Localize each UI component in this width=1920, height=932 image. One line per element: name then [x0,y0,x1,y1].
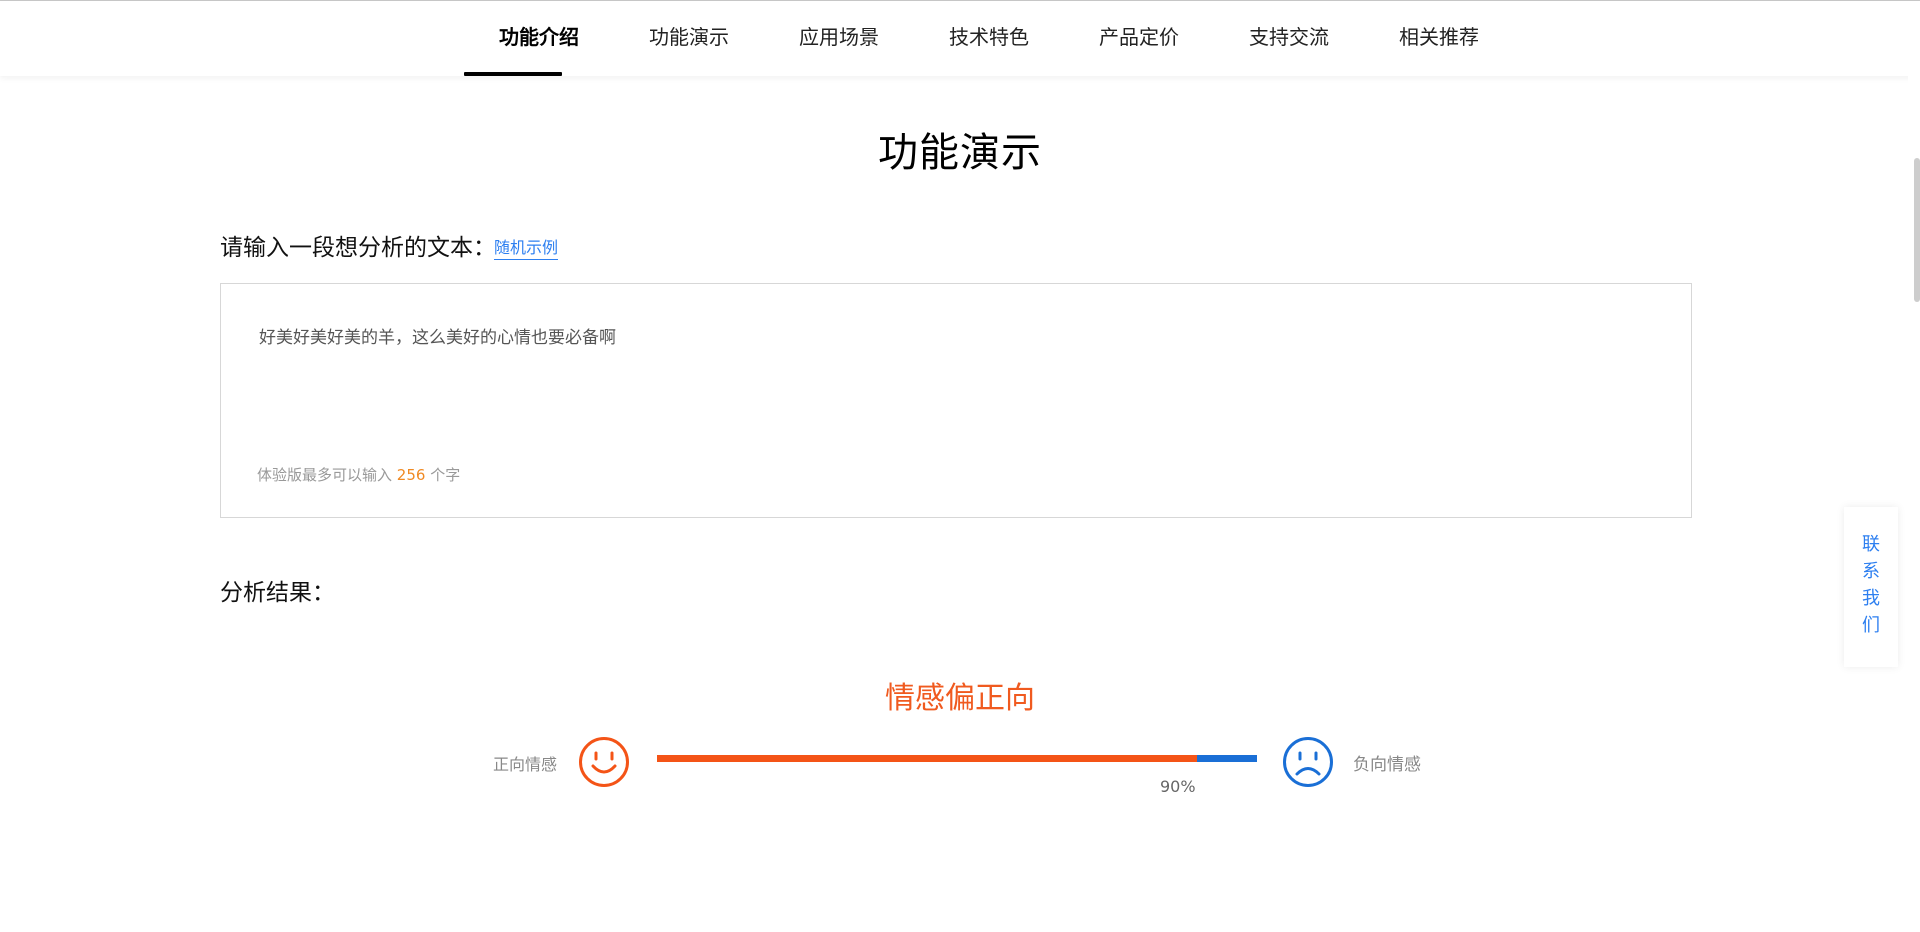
smile-face-icon [578,736,630,788]
contact-char: 们 [1862,615,1880,636]
contact-char: 我 [1862,588,1880,609]
sentiment-verdict: 情感偏正向 [885,681,1035,716]
scrollbar-track[interactable] [1908,1,1920,932]
input-text-value[interactable]: 好美好美好美的羊，这么美好的心情也要必备啊 [259,323,616,348]
top-navigation-bar: 功能介绍 功能演示 应用场景 技术特色 产品定价 支持交流 相关推荐 [0,1,1920,76]
nav-items: 功能介绍 功能演示 应用场景 技术特色 产品定价 支持交流 相关推荐 [464,1,1514,76]
contact-char: 联 [1862,534,1880,555]
nav-tab-tech-features[interactable]: 技术特色 [914,1,1064,76]
section-title: 功能演示 [878,130,1042,176]
positive-sentiment-label: 正向情感 [493,755,558,774]
character-limit-hint: 体验版最多可以输入 256 个字 [257,464,460,485]
nav-tab-pricing[interactable]: 产品定价 [1064,1,1214,76]
text-input-area[interactable]: 好美好美好美的羊，这么美好的心情也要必备啊 体验版最多可以输入 256 个字 [220,283,1692,518]
contact-char: 系 [1862,561,1880,582]
sentiment-bar [657,755,1257,762]
result-label: 分析结果： [220,580,335,606]
frown-face-icon [1282,736,1334,788]
random-example-link[interactable]: 随机示例 [494,234,559,260]
limit-number: 256 [396,466,426,484]
limit-suffix: 个字 [430,466,461,484]
nav-tab-feature-demo[interactable]: 功能演示 [614,1,764,76]
nav-tab-use-cases[interactable]: 应用场景 [764,1,914,76]
limit-prefix: 体验版最多可以输入 [257,466,393,484]
nav-tab-support[interactable]: 支持交流 [1214,1,1364,76]
positive-bar-fill [657,755,1197,762]
negative-sentiment-label: 负向情感 [1353,755,1421,775]
positive-percent-label: 90% [1160,777,1196,796]
scrollbar-thumb[interactable] [1914,158,1920,302]
contact-us-button[interactable]: 联 系 我 们 [1844,507,1898,667]
nav-tab-recommendations[interactable]: 相关推荐 [1364,1,1514,76]
input-label: 请输入一段想分析的文本： [220,235,496,261]
nav-tab-feature-intro[interactable]: 功能介绍 [464,1,614,76]
